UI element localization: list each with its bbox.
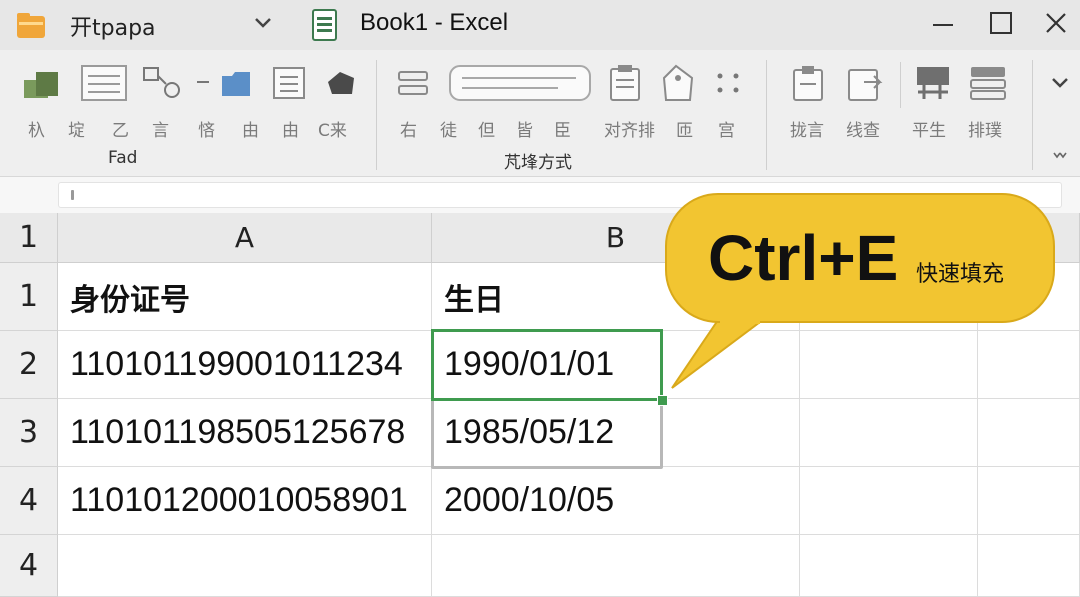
row-header[interactable]: 4 [0,467,58,535]
insert-cells-icon[interactable] [790,64,826,102]
ribbon-btn-label[interactable]: 悋 [198,116,215,141]
cell-d3[interactable] [978,399,1080,467]
ribbon-btn-label[interactable]: 由 [282,116,299,141]
dots-icon[interactable] [714,70,744,98]
ribbon-separator [1032,60,1033,170]
title-bar: 开tpapa Book1 - Excel [0,0,1080,50]
ribbon-separator [376,60,377,170]
ribbon-btn-label[interactable]: 埞 [68,116,85,141]
ribbon-btn-label[interactable]: 言 [152,116,169,141]
row-header[interactable]: 4 [0,535,58,597]
sort-filter-icon[interactable] [968,64,1008,102]
excel-file-icon [312,9,337,41]
ribbon-btn-label[interactable]: 对齐排 [604,116,655,141]
text-cursor [71,190,74,200]
ribbon-btn-label[interactable]: 平生 [912,116,946,141]
close-icon[interactable] [1043,10,1069,36]
column-header-a[interactable]: A [58,213,432,263]
row-header[interactable]: 1 [0,263,58,331]
ribbon-btn-label[interactable]: 右 [400,116,417,141]
cell-a3[interactable]: 110101198505125678 [58,399,432,467]
ribbon-btn-label[interactable]: 匝 [676,116,693,141]
callout-caption: 快速填充 [916,262,1005,287]
ribbon-btn-label[interactable]: 宫 [718,116,735,141]
folder-blue-icon[interactable] [220,68,254,100]
chevron-down-icon[interactable] [254,16,272,30]
ribbon-btn-label[interactable]: 杁 [28,116,45,141]
ribbon-expand-chevron-icon[interactable] [1052,150,1068,162]
row-header[interactable]: 2 [0,331,58,399]
row-header[interactable]: 3 [0,399,58,467]
cell-a5[interactable] [58,535,432,597]
cell-d5[interactable] [978,535,1080,597]
ribbon-btn-label[interactable]: C来 [318,116,347,141]
ribbon-btn-label[interactable]: 线查 [846,116,880,141]
cell-a4[interactable]: 110101200010058901 [58,467,432,535]
ribbon-btn-label[interactable]: 徒 [440,116,457,141]
minimize-icon[interactable] [930,12,956,38]
format-cells-icon[interactable] [914,64,952,102]
ribbon-btn-label[interactable]: 拢言 [790,116,824,141]
select-all-corner[interactable]: 1 [0,213,58,263]
group-label-font: Fad [108,148,138,168]
shape-fill-icon[interactable] [324,68,358,98]
cell-b5[interactable] [432,535,800,597]
group-label-alignment: 芃埄方式 [504,153,572,173]
table-format-icon[interactable] [80,64,128,102]
link-shapes-icon[interactable] [142,66,184,100]
maximize-icon[interactable] [988,10,1014,36]
ribbon: 杁 埞 乙 言 悋 由 由 C来 Fad 右 徒 但 皆 臣 对齐排 匝 宫 芃… [0,50,1080,177]
excel-folder-icon[interactable] [16,10,48,40]
callout-shortcut: Ctrl+E [708,222,899,294]
alignment-box-icon[interactable] [448,64,592,102]
cell-c4[interactable] [800,467,978,535]
ribbon-btn-label[interactable]: 排璞 [968,116,1002,141]
cell-d4[interactable] [978,467,1080,535]
cell-c5[interactable] [800,535,978,597]
ribbon-btn-label[interactable]: 皆 [516,116,533,141]
ribbon-btn-label[interactable]: 但 [478,116,495,141]
cell-c3[interactable] [800,399,978,467]
ribbon-btn-label[interactable]: 乙 [112,116,129,141]
clipboard-icon[interactable] [608,64,642,102]
cell-b4[interactable]: 2000/10/05 [432,467,800,535]
tag-icon[interactable] [660,64,696,102]
ribbon-separator [900,62,901,108]
delete-cells-icon[interactable] [846,64,884,102]
ribbon-btn-label[interactable]: 臣 [554,116,571,141]
dash-icon [197,81,209,83]
cell-a1[interactable]: 身份证号 [58,263,432,331]
app-menu-label[interactable]: 开tpapa [70,10,156,42]
cell-a2[interactable]: 110101199001011234 [58,331,432,399]
ribbon-separator [766,60,767,170]
align-rows-icon[interactable] [396,68,430,98]
active-cell-border [431,329,663,401]
document-lines-icon[interactable] [272,66,306,100]
paste-icon[interactable] [22,68,62,102]
ribbon-btn-label[interactable]: 由 [242,116,259,141]
ribbon-collapse-chevron-icon[interactable] [1050,76,1070,90]
window-title: Book1 - Excel [360,9,509,36]
